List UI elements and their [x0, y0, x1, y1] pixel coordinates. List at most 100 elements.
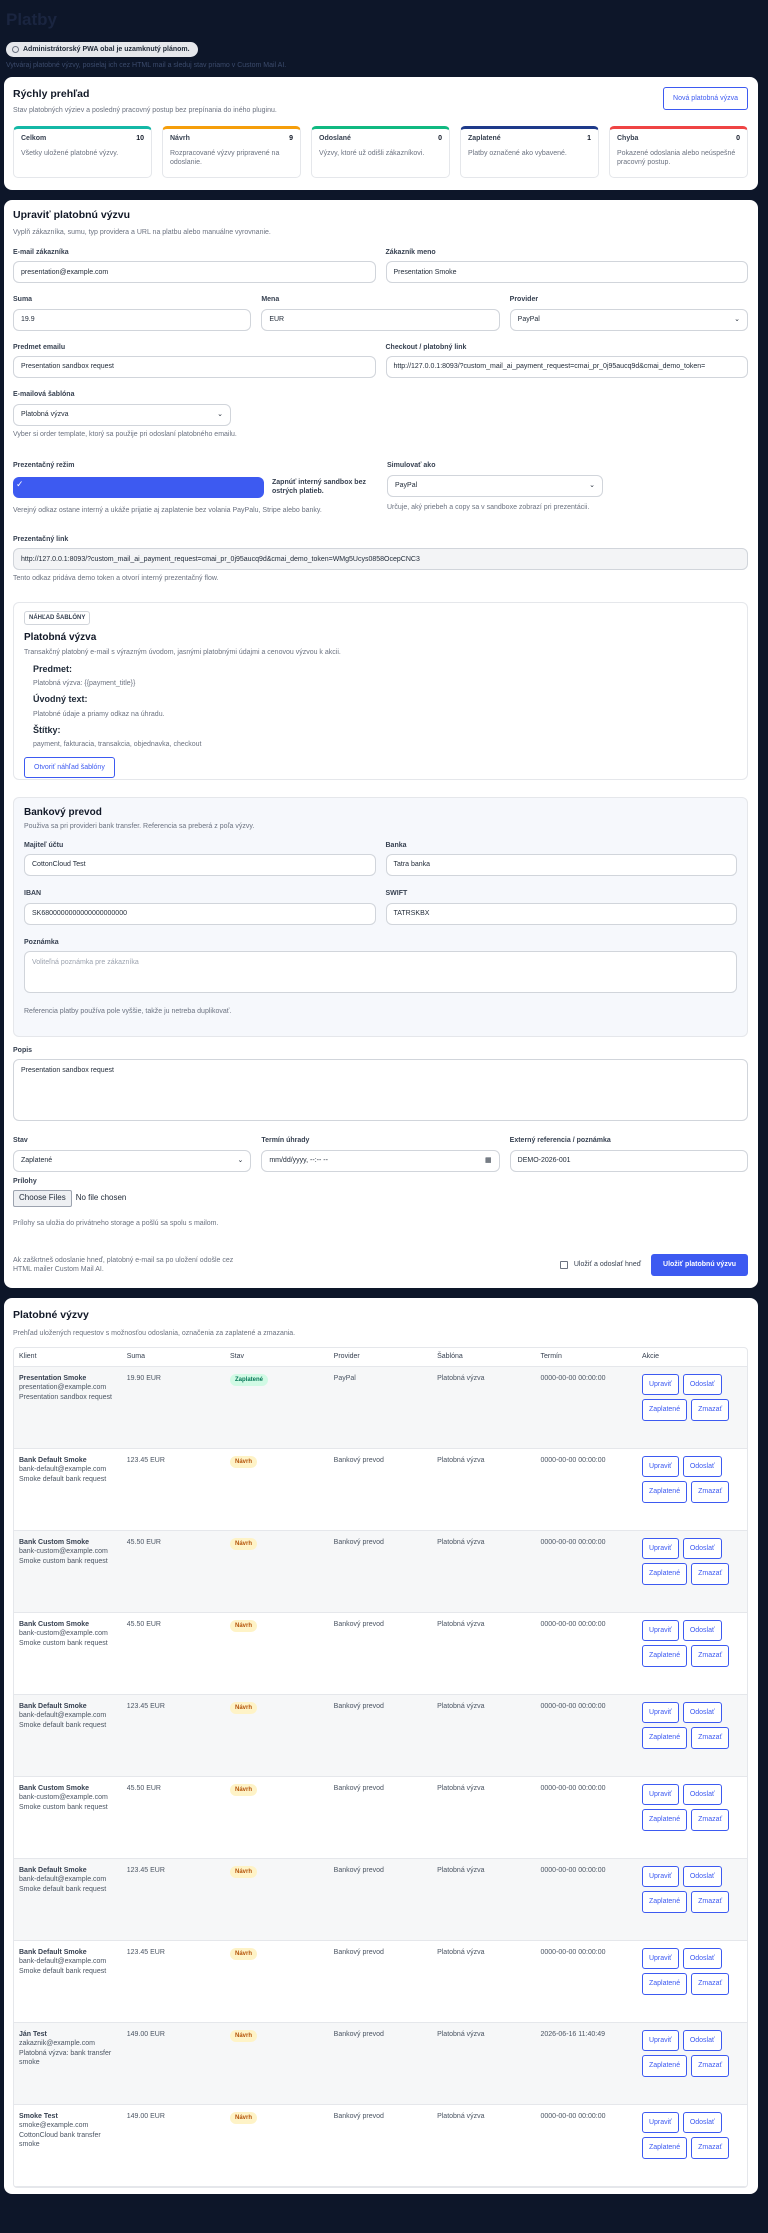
send-button[interactable]: Odoslať	[682, 2111, 722, 2134]
save-request-button[interactable]: Uložiť platobnú výzvu	[651, 1254, 748, 1276]
choose-files-button[interactable]: Choose Files	[13, 1190, 72, 1207]
preview-tags-heading: Štítky:	[33, 725, 61, 735]
delete-button[interactable]: Zmazať	[691, 1481, 730, 1503]
edit-button[interactable]: Upraviť	[641, 1701, 679, 1724]
presentation-label: Prezentačný režim	[13, 462, 75, 470]
send-button[interactable]: Odoslať	[682, 1373, 722, 1396]
mark-paid-button[interactable]: Zaplatené	[641, 1727, 688, 1749]
table-row: Bank Custom Smoke bank-custom@example.com…	[14, 1776, 747, 1859]
presentation-toggle[interactable]: ✓	[13, 476, 264, 498]
status-badge: Zaplatené	[230, 1373, 269, 1386]
owner-field[interactable]: CottonCloud Test	[24, 854, 376, 877]
client-email: bank-custom@example.com	[19, 1794, 108, 1802]
edit-button[interactable]: Upraviť	[641, 1455, 679, 1478]
mark-paid-button[interactable]: Zaplatené	[641, 2055, 688, 2077]
edit-button[interactable]: Upraviť	[641, 1865, 679, 1888]
client-cell: Bank Custom Smoke bank-custom@example.com…	[14, 1612, 122, 1695]
send-button[interactable]: Odoslať	[682, 1865, 722, 1888]
send-now-checkbox[interactable]	[559, 1261, 568, 1270]
description-textarea[interactable]: Presentation sandbox request	[13, 1059, 748, 1122]
calendar-icon[interactable]: ▦	[485, 1156, 492, 1165]
stat-desc: Pokazené odoslania alebo neúspešné praco…	[617, 149, 736, 167]
provider-cell: Bankový prevod	[328, 1776, 433, 1859]
client-name: Bank Custom Smoke	[19, 1538, 90, 1546]
delete-button[interactable]: Zmazať	[691, 1645, 730, 1667]
client-name: Presentation Smoke	[19, 1374, 87, 1382]
open-preview-button[interactable]: Otvoriť náhľad šablóny	[24, 756, 115, 779]
table-row: Bank Default Smoke bank-default@example.c…	[14, 1694, 747, 1777]
delete-button[interactable]: Zmazať	[691, 1727, 730, 1749]
mark-paid-button[interactable]: Zaplatené	[641, 2137, 688, 2159]
edit-button[interactable]: Upraviť	[641, 2111, 679, 2134]
delete-button[interactable]: Zmazať	[691, 1973, 730, 1995]
preview-desc: Transakčný platobný e-mail s výrazným úv…	[24, 649, 341, 657]
send-button[interactable]: Odoslať	[682, 1947, 722, 1970]
name-field[interactable]: Presentation Smoke	[385, 261, 748, 284]
mark-paid-button[interactable]: Zaplatené	[641, 1645, 688, 1667]
mark-paid-button[interactable]: Zaplatené	[641, 1481, 688, 1503]
preview-tags: payment, fakturacia, transakcia, objedna…	[33, 741, 202, 749]
swift-field[interactable]: TATRSKBX	[385, 902, 737, 925]
presentation-link-field[interactable]: http://127.0.0.1:8093/?custom_mail_ai_pa…	[13, 548, 748, 571]
edit-button[interactable]: Upraviť	[641, 1537, 679, 1560]
mark-paid-button[interactable]: Zaplatené	[641, 1563, 688, 1585]
stat-label: Návrh	[170, 135, 190, 143]
delete-button[interactable]: Zmazať	[691, 1399, 730, 1421]
currency-field[interactable]: EUR	[261, 308, 500, 331]
provider-value: PayPal	[517, 316, 540, 324]
no-file-text: No file chosen	[75, 1193, 127, 1203]
amount-field[interactable]: 19.9	[13, 308, 252, 331]
mark-paid-button[interactable]: Zaplatené	[641, 1809, 688, 1831]
stat-count: 0	[736, 135, 740, 143]
note-textarea[interactable]: Voliteľná poznámka pre zákazníka	[24, 951, 737, 994]
new-request-button[interactable]: Nová platobná výzva	[663, 87, 748, 111]
due-date-field[interactable]: mm/dd/yyyy, --:-- -- ▦	[261, 1149, 500, 1172]
provider-cell: PayPal	[328, 1366, 433, 1449]
delete-button[interactable]: Zmazať	[691, 2055, 730, 2077]
send-button[interactable]: Odoslať	[682, 2029, 722, 2052]
client-note: CottonCloud bank transfer smoke	[19, 2131, 101, 2148]
status-badge: Návrh	[230, 1619, 258, 1632]
stat-card: Návrh 9 Rozpracované výzvy pripravené na o…	[162, 126, 301, 179]
delete-button[interactable]: Zmazať	[691, 1809, 730, 1831]
page-title: Platby	[6, 10, 58, 29]
mark-paid-button[interactable]: Zaplatené	[641, 1891, 688, 1913]
status-badge: Návrh	[230, 1701, 258, 1714]
stat-label: Zaplatené	[468, 135, 501, 143]
edit-button[interactable]: Upraviť	[641, 1619, 679, 1642]
send-button[interactable]: Odoslať	[682, 1619, 722, 1642]
template-cell: Platobná výzva	[432, 1530, 536, 1613]
preview-subject-heading: Predmet:	[33, 663, 73, 674]
mark-paid-button[interactable]: Zaplatené	[641, 1399, 688, 1421]
subject-field[interactable]: Presentation sandbox request	[13, 356, 376, 379]
bank-field[interactable]: Tatra banka	[385, 854, 737, 877]
table-row: Bank Custom Smoke bank-custom@example.com…	[14, 1612, 747, 1695]
checkout-field[interactable]: http://127.0.0.1:8093/?custom_mail_ai_pa…	[385, 356, 748, 379]
email-field[interactable]: presentation@example.com	[13, 261, 376, 284]
amount-cell: 19.90 EUR	[121, 1366, 226, 1449]
preview-intro-heading: Úvodný text:	[33, 694, 88, 705]
provider-select[interactable]: PayPal ⌄	[509, 308, 748, 331]
reference-field[interactable]: DEMO-2026-001	[509, 1149, 748, 1172]
send-button[interactable]: Odoslať	[682, 1537, 722, 1560]
stat-count: 0	[438, 135, 442, 143]
mark-paid-button[interactable]: Zaplatené	[641, 1973, 688, 1995]
delete-button[interactable]: Zmazať	[691, 1891, 730, 1913]
chevron-down-icon: ⌄	[589, 481, 595, 489]
iban-field[interactable]: SK6800000000000000000000	[24, 902, 376, 925]
send-button[interactable]: Odoslať	[682, 1783, 722, 1806]
delete-button[interactable]: Zmazať	[691, 1563, 730, 1585]
delete-button[interactable]: Zmazať	[691, 2137, 730, 2159]
status-select[interactable]: Zaplatené ⌄	[13, 1149, 252, 1172]
send-button[interactable]: Odoslať	[682, 1455, 722, 1478]
send-button[interactable]: Odoslať	[682, 1701, 722, 1724]
edit-button[interactable]: Upraviť	[641, 1373, 679, 1396]
edit-desc: Vyplň zákazníka, sumu, typ providera a U…	[13, 229, 271, 237]
simulate-select[interactable]: PayPal ⌄	[387, 474, 603, 497]
edit-button[interactable]: Upraviť	[641, 1947, 679, 1970]
template-select[interactable]: Platobná výzva ⌄	[13, 403, 231, 426]
client-email: smoke@example.com	[19, 2122, 89, 2130]
edit-button[interactable]: Upraviť	[641, 1783, 679, 1806]
edit-button[interactable]: Upraviť	[641, 2029, 679, 2052]
client-email: bank-custom@example.com	[19, 1548, 108, 1556]
